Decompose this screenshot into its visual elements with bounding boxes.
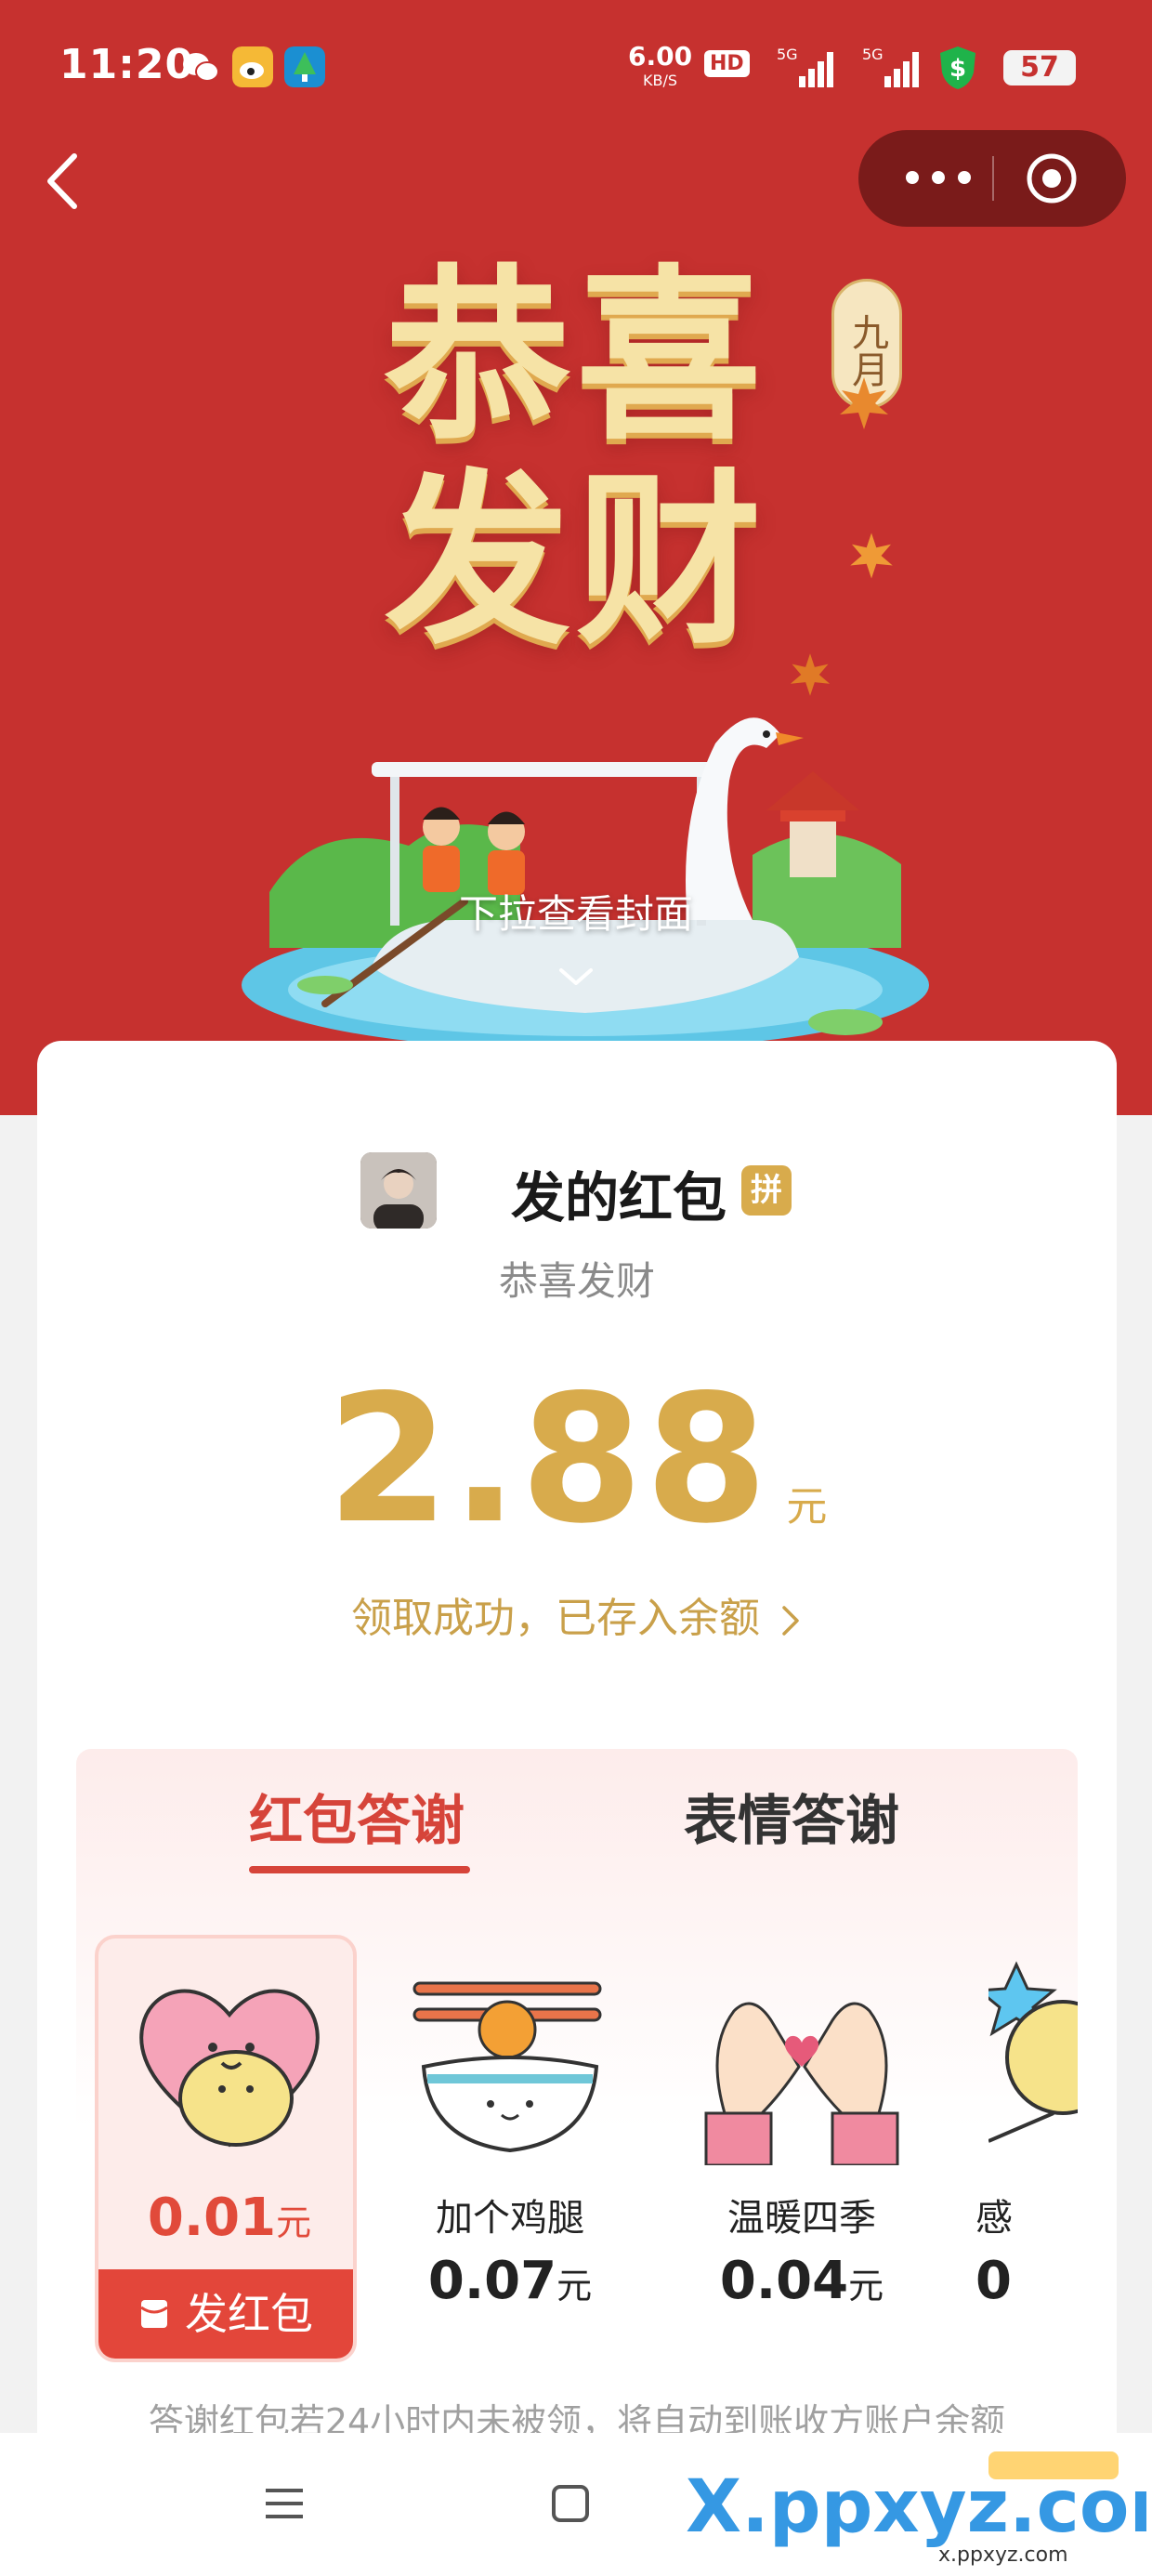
- hd-badge: HD: [704, 50, 750, 77]
- thanks-item-price: 0.07元: [427, 2251, 593, 2311]
- thanks-item-selected[interactable]: 0.01元 发红包: [95, 1935, 357, 2362]
- send-red-packet-button[interactable]: 发红包: [98, 2269, 353, 2359]
- active-tab-indicator: [249, 1866, 470, 1873]
- status-time: 11:20: [59, 41, 195, 88]
- rice-bowl-drumstick-icon: [412, 1981, 602, 2153]
- star-face-icon: [988, 1961, 1078, 2143]
- app-tree-icon: [284, 46, 325, 87]
- svg-text:5G: 5G: [777, 46, 798, 63]
- close-miniprogram-icon[interactable]: [1026, 152, 1078, 204]
- svg-text:5G: 5G: [862, 46, 884, 63]
- chevron-down-icon: [559, 968, 593, 985]
- signal-5g-icon-2: 5G: [862, 46, 919, 87]
- thanks-item-partial[interactable]: 感 0: [962, 1935, 1078, 2362]
- menu-icon[interactable]: [258, 2477, 310, 2530]
- security-shield-icon: $: [940, 46, 975, 89]
- pull-down-hint: 下拉查看封面: [458, 891, 693, 937]
- maple-leaf-icon-2: [850, 532, 893, 579]
- wechat-icon: [183, 53, 219, 82]
- red-packet-detail-page: 11:20 6.00 KB/S HD 5G 5G $ 57 恭喜 发财 九月 下…: [0, 0, 1152, 2576]
- status-bar: 11:20 6.00 KB/S HD 5G 5G $ 57: [0, 0, 1152, 139]
- thanks-item-price: 0.01元: [147, 2188, 312, 2248]
- red-packet-icon: [140, 2299, 168, 2328]
- tab-red-packet-thanks[interactable]: 红包答谢: [249, 1777, 465, 1855]
- thanks-item-name: 感: [975, 2197, 1013, 2240]
- mini-program-capsule: [858, 130, 1126, 227]
- group-badge: 拼: [741, 1165, 792, 1216]
- signal-5g-icon: 5G: [777, 46, 833, 87]
- thanks-item-name: 加个鸡腿: [436, 2197, 584, 2240]
- heart-hands-icon: [704, 2002, 899, 2165]
- maple-leaf-icon: [840, 377, 888, 429]
- battery-level: 57: [1003, 50, 1076, 85]
- watermark-small-text: x.ppxyz.com: [938, 2543, 1068, 2567]
- sender-name: 发的红包: [511, 1166, 727, 1229]
- more-icon[interactable]: [901, 164, 975, 191]
- balance-link[interactable]: 领取成功，已存入余额: [37, 1584, 1117, 1644]
- sender-row: 发的红包 拼: [37, 1143, 1117, 1245]
- svg-text:$: $: [949, 55, 966, 83]
- amount-value: 2.88: [326, 1357, 770, 1562]
- tab-sticker-thanks[interactable]: 表情答谢: [684, 1777, 899, 1855]
- thanks-item-list[interactable]: 0.01元 发红包 加个鸡腿 0.07元 温暖四季 0.04元 感 0: [95, 1935, 1078, 2381]
- maple-leaf-icon-3: [790, 653, 831, 696]
- thanks-item-name: 温暖四季: [727, 2197, 876, 2240]
- heart-hug-icon: [139, 1989, 320, 2148]
- chevron-right-icon: [782, 1606, 799, 1636]
- red-packet-card: 发的红包 拼 恭喜发财 2.88 元 领取成功，已存入余额 红包答谢 表情答谢: [37, 1041, 1117, 2546]
- greeting-text: 恭喜发财: [498, 1258, 655, 1304]
- thanks-panel: 红包答谢 表情答谢 0.01元 发红包 加个鸡腿 0.07元 温暖四季 0.04…: [76, 1749, 1078, 2381]
- thanks-item-drumstick[interactable]: 加个鸡腿 0.07元: [379, 1935, 641, 2362]
- thanks-item-price: 0: [975, 2251, 1012, 2311]
- thanks-item-warm-seasons[interactable]: 温暖四季 0.04元: [671, 1935, 933, 2362]
- capsule-divider: [992, 156, 994, 201]
- watermark-logo: X.ppxyz.com x.ppxyz.com: [686, 2451, 1146, 2567]
- amount-unit: 元: [786, 1483, 828, 1531]
- home-icon[interactable]: [544, 2477, 596, 2530]
- back-arrow-icon[interactable]: [37, 139, 93, 223]
- network-speed: 6.00 KB/S: [628, 41, 693, 90]
- received-amount: 2.88 元: [37, 1357, 1117, 1562]
- weibo-icon: [232, 46, 273, 87]
- cover-title: 恭喜 发财: [384, 249, 767, 670]
- thanks-item-price: 0.04元: [719, 2251, 884, 2311]
- sender-avatar[interactable]: [360, 1152, 437, 1229]
